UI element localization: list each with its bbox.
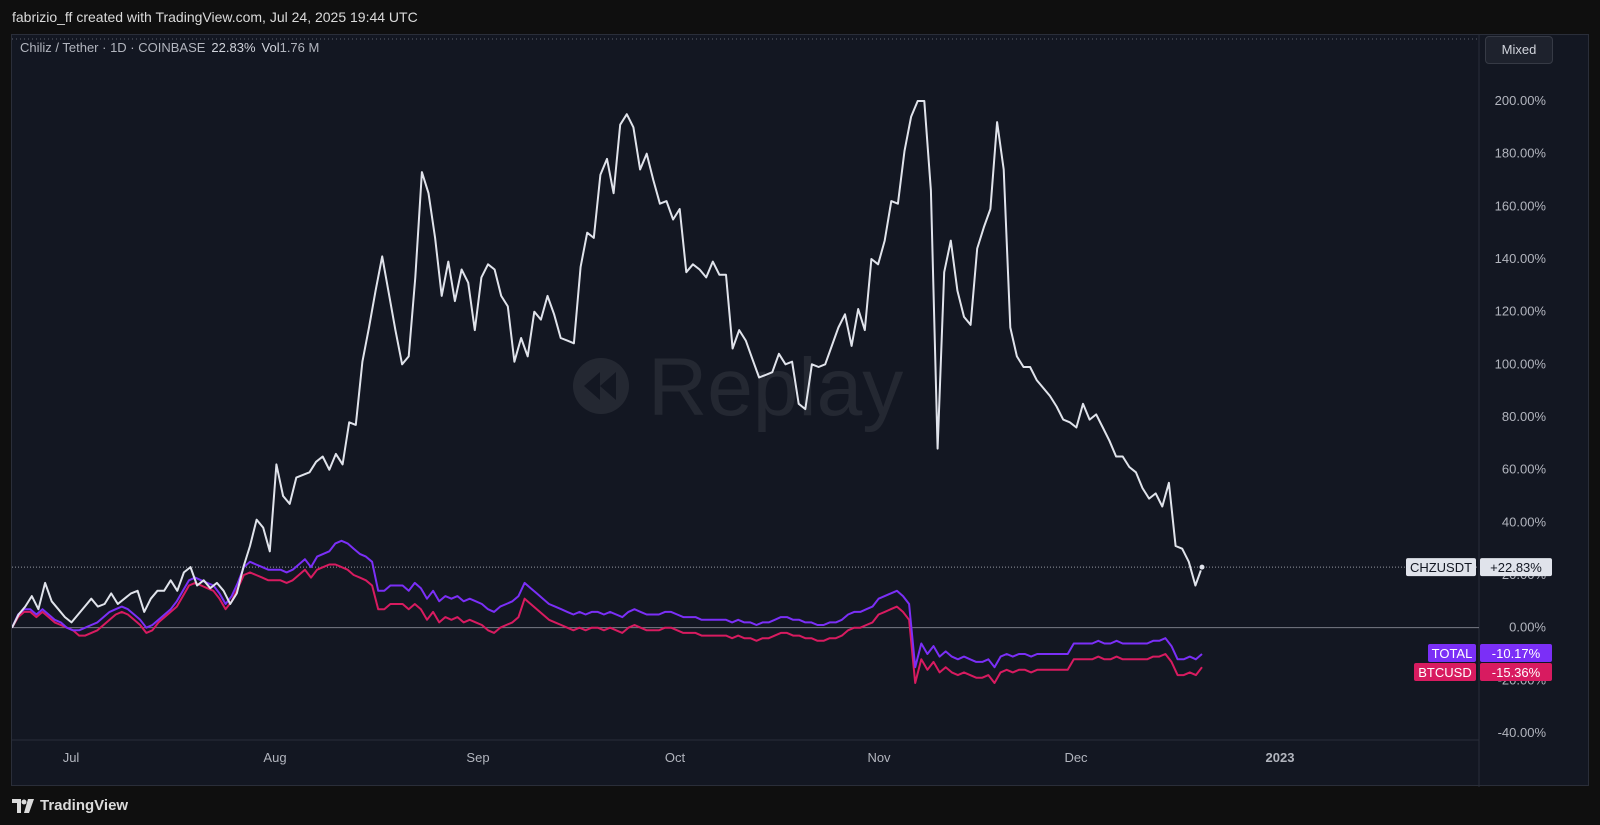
y-tick-label: 180.00% — [1495, 146, 1547, 161]
tradingview-logo-text: TradingView — [40, 797, 129, 814]
x-tick-label: Aug — [263, 750, 286, 765]
badge-value-btcusd: -15.36% — [1492, 665, 1541, 680]
y-axis[interactable]: 200.00% 180.00% 160.00% 140.00% 120.00% 100.0… — [1495, 93, 1547, 740]
symbol-description[interactable]: Chiliz / Tether · 1D · COINBASE — [20, 40, 205, 55]
badge-value-chzusdt: +22.83% — [1490, 560, 1542, 575]
badge-name-chzusdt: CHZUSDT — [1410, 560, 1472, 575]
x-tick-label: Sep — [466, 750, 489, 765]
x-axis[interactable]: Jul Aug Sep Oct Nov Dec 2023 — [63, 750, 1295, 765]
badge-name-total: TOTAL — [1432, 646, 1473, 661]
x-tick-label: Jul — [63, 750, 80, 765]
y-tick-label: 100.00% — [1495, 356, 1547, 371]
x-tick-label: Dec — [1064, 750, 1088, 765]
volume-value: 1.76 M — [279, 40, 320, 55]
y-tick-label: 0.00% — [1509, 620, 1546, 635]
tradingview-logo-icon — [12, 798, 34, 813]
y-tick-label: 200.00% — [1495, 93, 1547, 108]
badge-value-total: -10.17% — [1492, 646, 1541, 661]
reference-lines — [12, 566, 1479, 629]
y-tick-label: 80.00% — [1502, 409, 1547, 424]
footer: TradingView — [0, 786, 1600, 825]
y-tick-label: -40.00% — [1498, 725, 1547, 740]
series-line-total — [12, 539, 1203, 669]
x-tick-label: Oct — [665, 750, 686, 765]
series-line-btcusd — [12, 563, 1203, 684]
y-tick-label: 60.00% — [1502, 462, 1547, 477]
chart-svg[interactable]: Replay 200.00% 180.00% 160.00% 140.00% 120.0… — [12, 35, 1590, 787]
chz-last-point — [1198, 563, 1206, 571]
y-tick-label: 140.00% — [1495, 251, 1547, 266]
volume-label: Vol — [261, 40, 280, 55]
replay-watermark: Replay — [573, 342, 903, 433]
scale-mode-button[interactable]: Mixed — [1485, 36, 1553, 64]
y-tick-label: 120.00% — [1495, 304, 1547, 319]
symbol-legend[interactable]: Chiliz / Tether · 1D · COINBASE 22.83% Vol… — [20, 40, 319, 55]
chart-frame[interactable]: Replay 200.00% 180.00% 160.00% 140.00% 120.0… — [11, 34, 1590, 787]
x-tick-label: 2023 — [1266, 750, 1295, 765]
x-tick-label: Nov — [867, 750, 891, 765]
y-tick-label: 40.00% — [1502, 514, 1547, 529]
replay-watermark-text: Replay — [648, 342, 903, 433]
chart-attribution: fabrizio_ff created with TradingView.com… — [12, 9, 418, 25]
y-tick-label: 160.00% — [1495, 198, 1547, 213]
symbol-change: 22.83% — [211, 40, 256, 55]
badge-name-btcusd: BTCUSD — [1418, 665, 1471, 680]
